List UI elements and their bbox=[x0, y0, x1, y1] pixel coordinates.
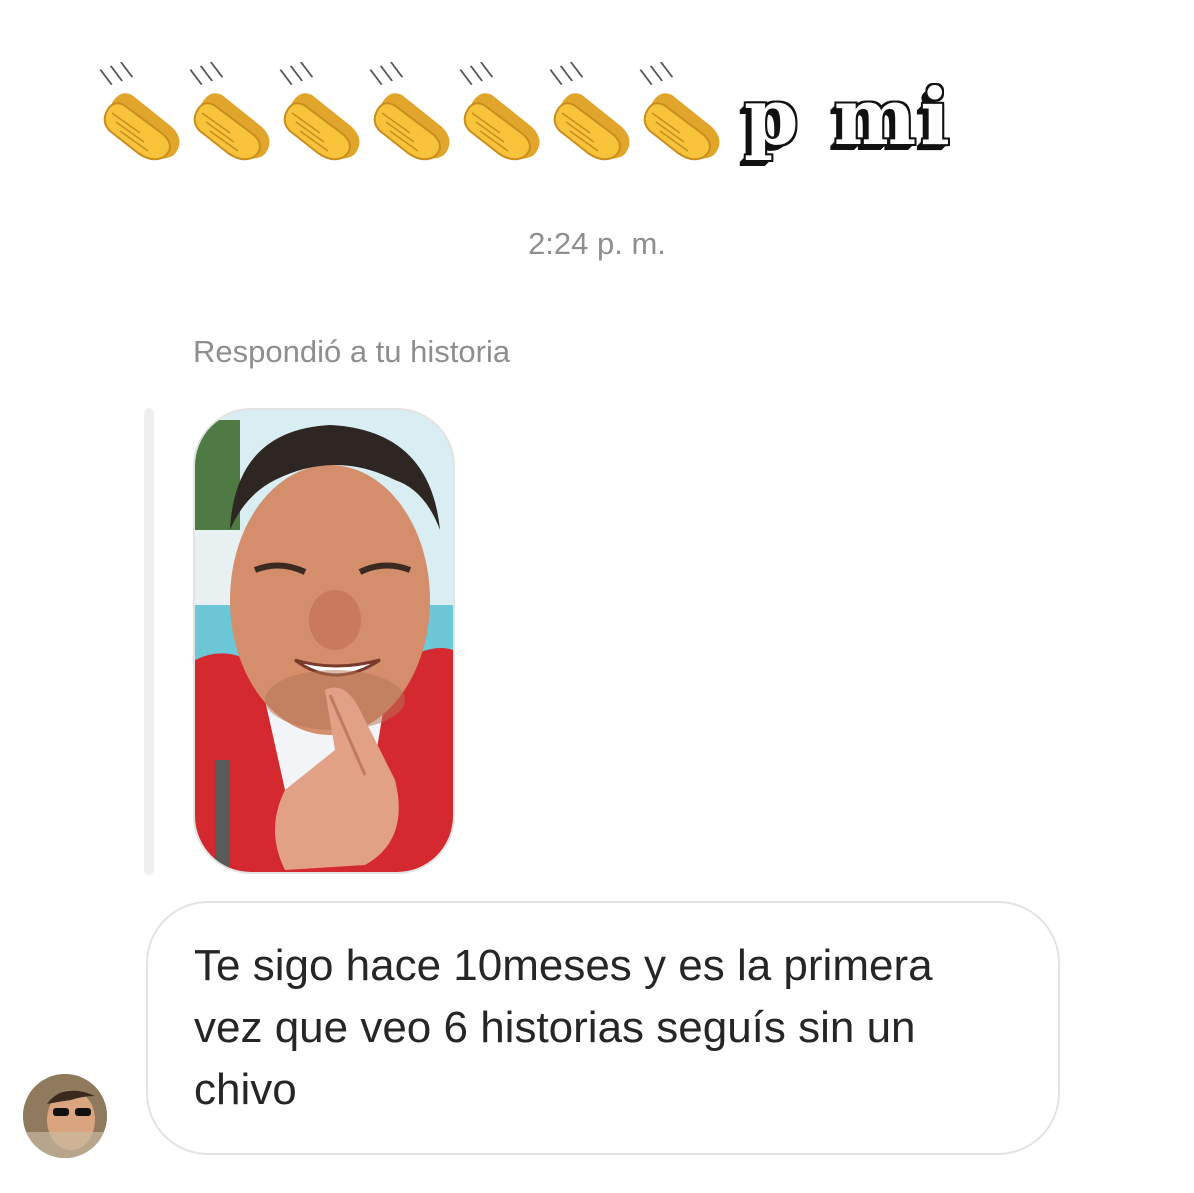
clap-hand-shape bbox=[643, 93, 720, 161]
reply-context-label: Respondió a tu historia bbox=[193, 334, 511, 369]
clap-hand-shape bbox=[553, 93, 630, 161]
clap-hand-shape bbox=[283, 93, 360, 161]
sticker-text: p mi bbox=[744, 72, 954, 163]
message-text: Te sigo hace 10meses y es la primera vez… bbox=[194, 941, 933, 1114]
clapping-hands-icon: ∖∖∖ bbox=[274, 58, 364, 165]
clapping-hands-icon: ∖∖∖ bbox=[94, 58, 184, 165]
clapping-hands-icon: ∖∖∖ bbox=[364, 58, 454, 165]
message-timestamp: 2:24 p. m. bbox=[528, 226, 666, 261]
clap-sticker-row: ∖∖∖ ∖∖∖ ∖∖∖ ∖∖∖ ∖∖∖ ∖∖∖ ∖∖∖ p mi bbox=[94, 58, 954, 168]
clapping-hands-icon: ∖∖∖ bbox=[184, 58, 274, 165]
avatar-photo bbox=[23, 1074, 107, 1158]
reply-quote-bar bbox=[144, 408, 154, 875]
clapping-hands-icon: ∖∖∖ bbox=[634, 58, 724, 165]
sender-avatar[interactable] bbox=[23, 1074, 107, 1158]
story-reply-thumbnail[interactable] bbox=[193, 408, 455, 874]
clap-hand-shape bbox=[193, 93, 270, 161]
clapping-hands-icon: ∖∖∖ bbox=[454, 58, 544, 165]
clap-hand-shape bbox=[463, 93, 540, 161]
clap-icons-group: ∖∖∖ ∖∖∖ ∖∖∖ ∖∖∖ ∖∖∖ ∖∖∖ ∖∖∖ bbox=[94, 58, 724, 165]
message-bubble[interactable]: Te sigo hace 10meses y es la primera vez… bbox=[146, 901, 1060, 1155]
clap-hand-shape bbox=[373, 93, 450, 161]
clapping-hands-icon: ∖∖∖ bbox=[544, 58, 634, 165]
clap-hand-shape bbox=[103, 93, 180, 161]
story-photo bbox=[195, 410, 453, 872]
